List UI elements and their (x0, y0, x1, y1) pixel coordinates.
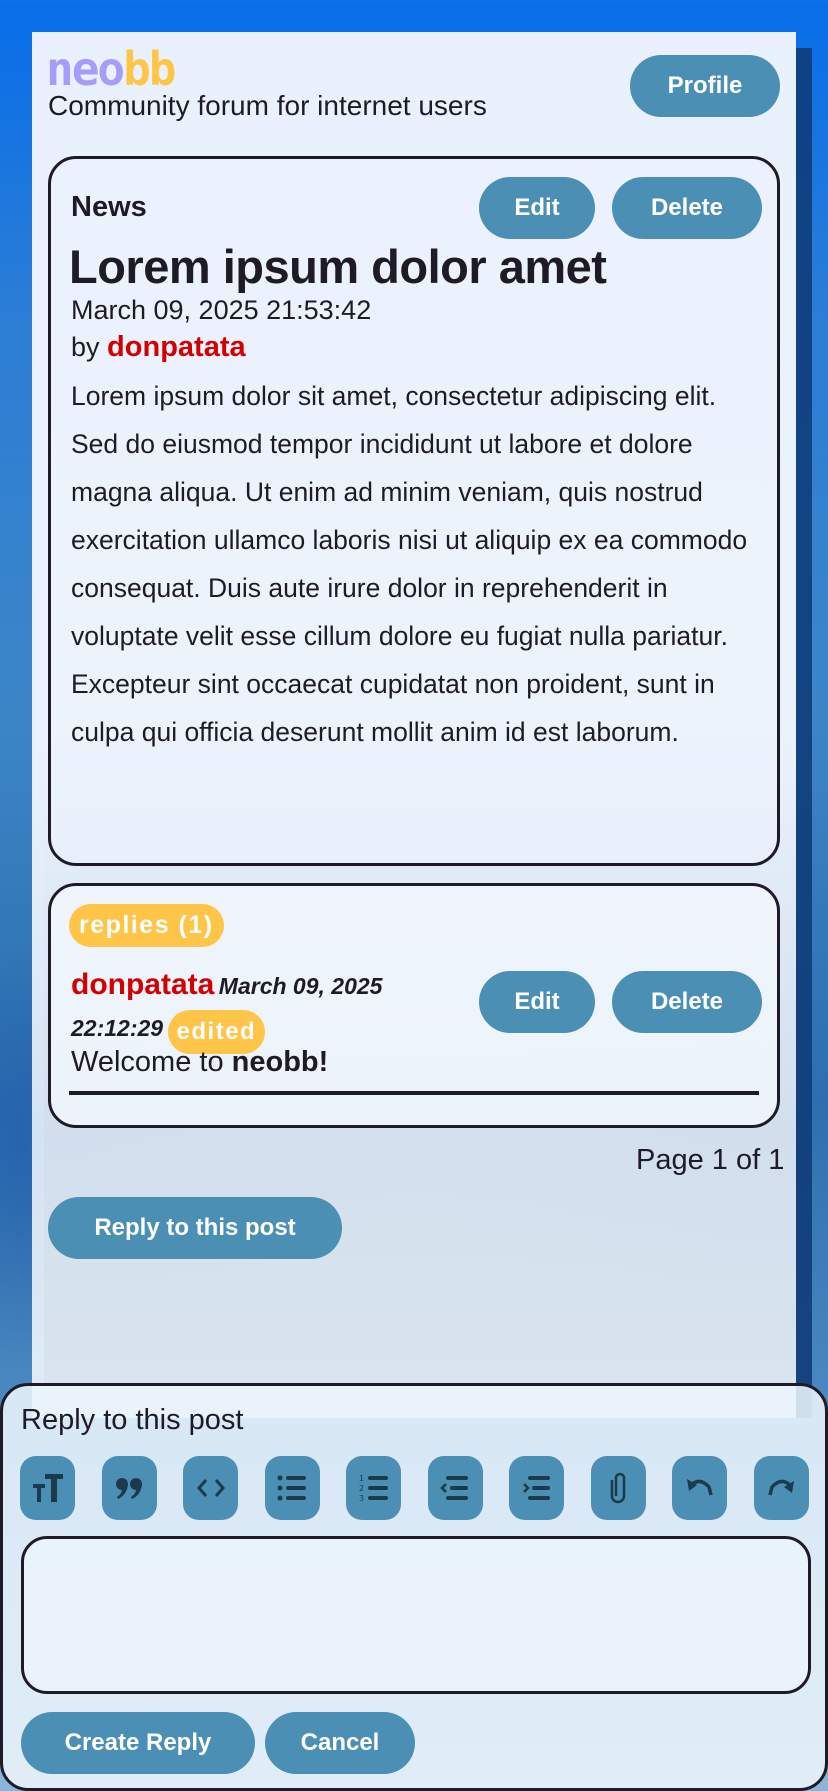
reply-editor-textarea[interactable] (21, 1536, 811, 1694)
reply-edit-button[interactable]: Edit (479, 971, 595, 1033)
svg-text:2: 2 (359, 1484, 364, 1493)
profile-button[interactable]: Profile (630, 55, 780, 117)
post-delete-button[interactable]: Delete (612, 177, 762, 239)
create-reply-button[interactable]: Create Reply (21, 1712, 255, 1774)
attachment-button[interactable] (590, 1456, 646, 1520)
svg-text:3: 3 (359, 1494, 364, 1503)
redo-icon (768, 1479, 794, 1496)
outdent-button[interactable] (427, 1456, 483, 1520)
cancel-button[interactable]: Cancel (265, 1712, 415, 1774)
post-date: March 09, 2025 21:53:42 (71, 295, 372, 325)
bullet-list-icon (277, 1475, 306, 1501)
replies-card: replies (1) donpatata March 09, 2025 22:… (48, 883, 780, 1128)
reply-to-post-button[interactable]: Reply to this post (48, 1197, 342, 1259)
replies-count-badge: replies (1) (69, 904, 224, 947)
redo-button[interactable] (753, 1456, 809, 1520)
post-title: Lorem ipsum dolor amet (69, 240, 607, 293)
text-size-icon (32, 1474, 63, 1502)
post-author-link[interactable]: donpatata (107, 331, 246, 363)
post-category: News (71, 191, 147, 223)
quote-icon (116, 1478, 142, 1499)
bullet-list-button[interactable] (264, 1456, 320, 1520)
reply-meta: donpatata March 09, 2025 22:12:29 edited (71, 966, 451, 1054)
code-icon (196, 1479, 225, 1497)
quote-button[interactable] (101, 1456, 157, 1520)
site-tagline: Community forum for internet users (48, 90, 487, 121)
indent-button[interactable] (509, 1456, 564, 1520)
reply-delete-button[interactable]: Delete (612, 971, 762, 1033)
post-card: News Edit Delete Lorem ipsum dolor amet … (48, 156, 780, 866)
svg-text:1: 1 (359, 1474, 364, 1483)
indent-icon (522, 1476, 550, 1500)
outdent-icon (440, 1476, 468, 1500)
code-button[interactable] (183, 1456, 238, 1520)
numbered-list-icon: 123 (359, 1474, 388, 1503)
undo-icon (686, 1479, 713, 1496)
reply-divider (69, 1091, 759, 1095)
reply-author-link[interactable]: donpatata (71, 968, 214, 1001)
reply-content: Welcome to neobb! (71, 1046, 329, 1078)
numbered-list-button[interactable]: 123 (346, 1456, 401, 1520)
post-edit-button[interactable]: Edit (479, 177, 595, 239)
pagination-text: Page 1 of 1 (636, 1144, 785, 1176)
undo-button[interactable] (672, 1456, 727, 1520)
post-body: Lorem ipsum dolor sit amet, consectetur … (71, 381, 748, 747)
attachment-icon (610, 1472, 626, 1504)
text-size-button[interactable] (20, 1456, 75, 1520)
reply-form: Reply to this post 123 Create Reply Canc… (0, 1383, 828, 1791)
reply-form-title: Reply to this post (21, 1404, 244, 1436)
editor-toolbar: 123 (20, 1456, 828, 1520)
site-logo[interactable]: neobb (46, 46, 176, 92)
post-byline: by donpatata (71, 331, 246, 363)
